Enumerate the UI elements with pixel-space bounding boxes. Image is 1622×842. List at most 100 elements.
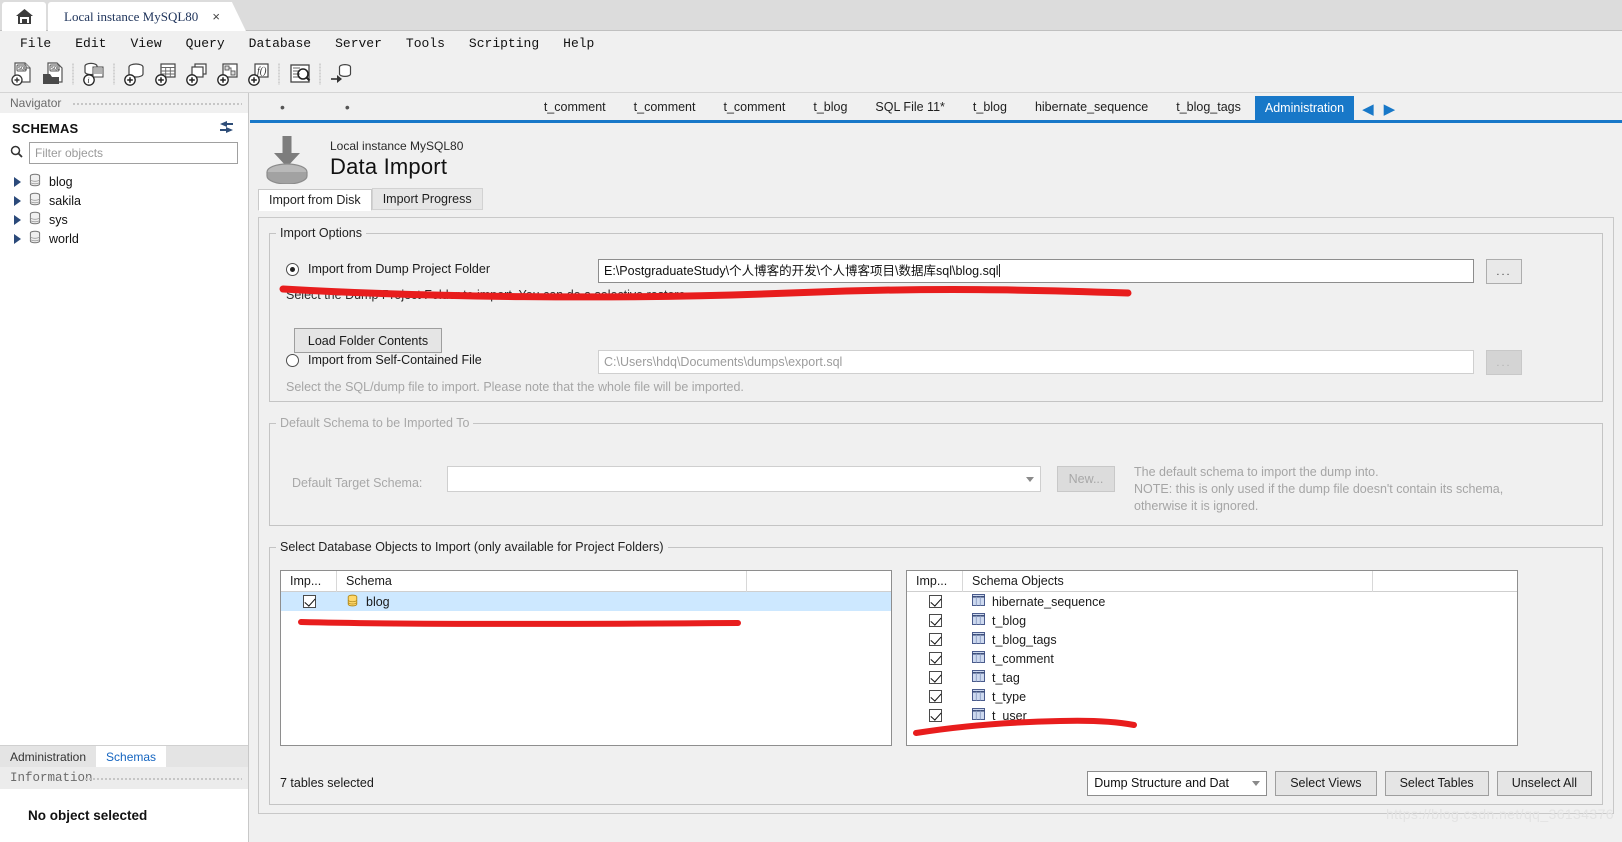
- checkbox-icon[interactable]: [928, 690, 942, 703]
- object-row-checkbox-cell[interactable]: [907, 690, 963, 703]
- radio-import-self-contained[interactable]: Import from Self-Contained File: [286, 353, 482, 367]
- browse-dump-folder-button[interactable]: ...: [1486, 259, 1522, 284]
- menu-server[interactable]: Server: [323, 34, 394, 53]
- new-function-icon[interactable]: f(): [243, 58, 274, 89]
- editor-tab-t-comment-1[interactable]: t_comment: [530, 93, 620, 120]
- radio-self-contained-icon[interactable]: [286, 353, 299, 367]
- open-sql-script-icon[interactable]: SQL: [37, 58, 68, 89]
- load-folder-contents-button[interactable]: Load Folder Contents: [294, 328, 442, 353]
- object-row-label: t_blog_tags: [992, 632, 1057, 647]
- menu-scripting[interactable]: Scripting: [457, 34, 551, 53]
- new-sql-tab-icon[interactable]: SQL: [6, 58, 37, 89]
- tab-import-from-disk[interactable]: Import from Disk: [258, 189, 372, 211]
- instance-tab-label: Local instance MySQL80: [64, 8, 199, 24]
- object-row-checkbox-cell[interactable]: [907, 595, 963, 608]
- editor-tab-t-blog-tags[interactable]: t_blog_tags: [1162, 93, 1255, 120]
- unselect-all-button[interactable]: Unselect All: [1496, 770, 1592, 796]
- checkbox-icon[interactable]: [928, 595, 942, 608]
- new-schema-button[interactable]: New...: [1057, 466, 1115, 492]
- new-stored-procedure-icon[interactable]: [212, 58, 243, 89]
- table-row[interactable]: blog: [281, 592, 891, 611]
- navigator-body: SCHEMAS Filter objects blog sakila sys w…: [0, 113, 248, 747]
- menu-tools[interactable]: Tools: [394, 34, 457, 53]
- object-row-checkbox-cell[interactable]: [907, 633, 963, 646]
- editor-tab-sql-file-11[interactable]: SQL File 11*: [861, 93, 958, 120]
- information-caption-label: Information: [10, 771, 93, 785]
- new-table-icon[interactable]: [150, 58, 181, 89]
- select-tables-button[interactable]: Select Tables: [1384, 770, 1489, 796]
- expand-arrow-icon[interactable]: [14, 176, 21, 187]
- object-row-checkbox-cell[interactable]: [907, 652, 963, 665]
- text-cursor: [998, 264, 1000, 277]
- menu-query[interactable]: Query: [174, 34, 237, 53]
- object-row-checkbox-cell[interactable]: [907, 709, 963, 722]
- new-schema-icon[interactable]: [119, 58, 150, 89]
- chevron-left-icon[interactable]: ◀: [1362, 102, 1374, 117]
- menu-help[interactable]: Help: [551, 34, 606, 53]
- server-info-icon[interactable]: i: [78, 58, 109, 89]
- checkbox-icon[interactable]: [928, 633, 942, 646]
- dump-type-select[interactable]: Dump Structure and Dat: [1087, 770, 1268, 796]
- information-body: No object selected: [0, 789, 248, 842]
- dump-folder-path-input[interactable]: E:\PostgraduateStudy\个人博客的开发\个人博客项目\数据库s…: [598, 259, 1474, 283]
- filter-objects-input[interactable]: [29, 142, 238, 164]
- object-row-checkbox-cell[interactable]: [907, 671, 963, 684]
- expand-arrow-icon[interactable]: [14, 195, 21, 206]
- close-icon[interactable]: ×: [212, 9, 220, 24]
- schema-table[interactable]: Imp... Schema blog: [280, 570, 892, 746]
- default-target-schema-select[interactable]: [447, 466, 1041, 492]
- search-data-icon[interactable]: [284, 58, 315, 89]
- editor-tab-t-blog-2[interactable]: t_blog: [959, 93, 1021, 120]
- tab-import-progress[interactable]: Import Progress: [371, 188, 483, 210]
- checkbox-icon[interactable]: [928, 709, 942, 722]
- checkbox-icon[interactable]: [928, 652, 942, 665]
- tab-schemas[interactable]: Schemas: [96, 746, 167, 767]
- table-row[interactable]: t_tag: [907, 668, 1517, 687]
- home-tab[interactable]: [2, 2, 46, 31]
- table-row[interactable]: t_blog: [907, 611, 1517, 630]
- editor-tab-dot-1[interactable]: •: [250, 93, 315, 120]
- refresh-icon[interactable]: [219, 120, 234, 136]
- expand-arrow-icon[interactable]: [14, 233, 21, 244]
- editor-tab-administration[interactable]: Administration: [1254, 96, 1355, 120]
- schema-objects-table[interactable]: Imp... Schema Objects hibernate_sequence: [906, 570, 1518, 746]
- table-row[interactable]: t_type: [907, 687, 1517, 706]
- checkbox-icon[interactable]: [928, 614, 942, 627]
- radio-import-dump-folder[interactable]: Import from Dump Project Folder: [286, 262, 490, 276]
- menu-bar: File Edit View Query Database Server Too…: [0, 31, 1622, 55]
- radio-dump-folder-icon[interactable]: [286, 262, 299, 276]
- sidebar-item-sys[interactable]: sys: [0, 210, 248, 229]
- table-row[interactable]: t_user: [907, 706, 1517, 725]
- editor-tab-t-comment-3[interactable]: t_comment: [710, 93, 800, 120]
- reconnect-server-icon[interactable]: [325, 58, 356, 89]
- menu-edit[interactable]: Edit: [63, 34, 118, 53]
- select-database-objects-group: Select Database Objects to Import (only …: [269, 540, 1603, 805]
- schema-row-checkbox-cell[interactable]: [281, 595, 337, 608]
- table-row[interactable]: hibernate_sequence: [907, 592, 1517, 611]
- select-views-button[interactable]: Select Views: [1275, 770, 1377, 796]
- menu-file[interactable]: File: [8, 34, 63, 53]
- schema-objects-table-header: Imp... Schema Objects: [907, 571, 1517, 592]
- editor-tab-t-blog-1[interactable]: t_blog: [799, 93, 861, 120]
- editor-tab-hibernate-sequence[interactable]: hibernate_sequence: [1021, 93, 1162, 120]
- new-view-icon[interactable]: [181, 58, 212, 89]
- checkbox-icon[interactable]: [928, 671, 942, 684]
- self-contained-path-input[interactable]: C:\Users\hdq\Documents\dumps\export.sql: [598, 350, 1474, 374]
- sidebar-item-sakila[interactable]: sakila: [0, 191, 248, 210]
- checkbox-icon[interactable]: [302, 595, 316, 608]
- sidebar-item-blog[interactable]: blog: [0, 172, 248, 191]
- chevron-right-icon[interactable]: ▶: [1384, 102, 1396, 117]
- table-row[interactable]: t_blog_tags: [907, 630, 1517, 649]
- menu-view[interactable]: View: [118, 34, 173, 53]
- instance-tab[interactable]: Local instance MySQL80 ×: [48, 2, 246, 31]
- sidebar-item-world[interactable]: world: [0, 229, 248, 248]
- schema-table-header: Imp... Schema: [281, 571, 891, 592]
- expand-arrow-icon[interactable]: [14, 214, 21, 225]
- tab-administration[interactable]: Administration: [0, 746, 96, 767]
- menu-database[interactable]: Database: [237, 34, 323, 53]
- object-row-checkbox-cell[interactable]: [907, 614, 963, 627]
- table-row[interactable]: t_comment: [907, 649, 1517, 668]
- editor-tab-t-comment-2[interactable]: t_comment: [620, 93, 710, 120]
- editor-tab-dot-2[interactable]: •: [315, 93, 380, 120]
- schema-row-label: blog: [366, 594, 390, 609]
